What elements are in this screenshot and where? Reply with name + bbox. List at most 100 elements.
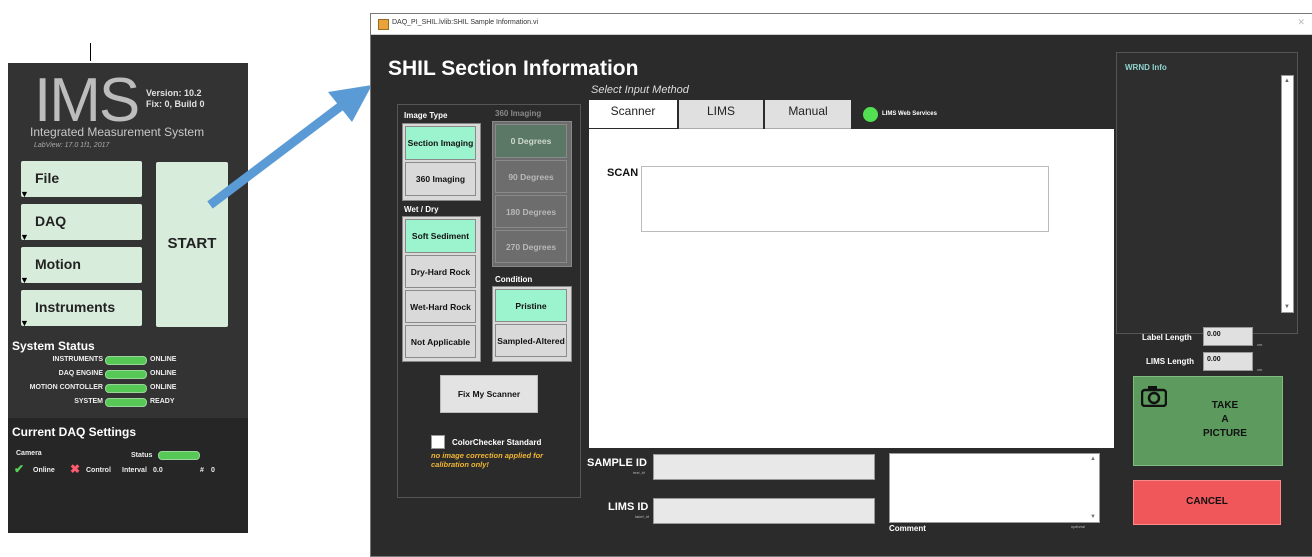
count-label: # [200,467,204,474]
dropdown-triangle-icon: ▼ [20,318,29,328]
lims-length-label: LIMS Length [1146,357,1194,366]
status-name: SYSTEM [74,398,103,405]
comment-field[interactable]: ▲ ▼ [889,453,1100,523]
wrnd-info-panel: WRND Info ▲ ▼ [1116,52,1298,334]
status-name: MOTION CONTOLLER [29,384,103,391]
labview-vi-icon [378,19,389,30]
cancel-button[interactable]: CANCEL [1133,480,1281,525]
label-length-field[interactable]: 0.00 [1203,327,1253,346]
scroll-down-icon[interactable]: ▼ [1284,304,1290,310]
count-value: 0 [211,467,215,474]
current-daq-settings: Current DAQ Settings Camera Status ✔ Onl… [8,418,248,533]
app-full-name: Integrated Measurement System [30,125,205,139]
not-applicable-option[interactable]: Not Applicable [405,325,476,358]
status-label: Status [131,452,153,459]
colorchecker-label: ColorChecker Standard [452,438,542,447]
status-value: ONLINE [150,370,177,377]
scanner-tab-pane: SCAN [589,129,1114,448]
shil-window: DAQ_PI_SHIL.lvlib:SHIL Sample Informatio… [370,13,1312,557]
soft-sediment-option[interactable]: Soft Sediment [405,219,476,253]
status-name: DAQ ENGINE [58,370,103,377]
window-title-text: DAQ_PI_SHIL.lvlib:SHIL Sample Informatio… [392,19,539,26]
status-name: INSTRUMENTS [52,356,103,363]
status-led [105,384,147,393]
lims-id-field[interactable] [653,498,875,524]
status-value: ONLINE [150,356,177,363]
imaging360-option[interactable]: 360 Imaging [405,162,476,196]
fix-my-scanner-button[interactable]: Fix My Scanner [440,375,538,413]
scroll-up-icon[interactable]: ▲ [1284,78,1290,84]
wet-dry-group: Soft Sediment Dry-Hard Rock Wet-Hard Roc… [402,216,481,362]
daq-menu-button[interactable]: DAQ ▼ [20,204,142,242]
cursor-line [90,43,91,61]
degrees-90-option[interactable]: 90 Degrees [495,160,567,193]
select-input-method-label: Select Input Method [591,84,689,96]
condition-label: Condition [495,275,533,284]
cross-icon: ✖ [70,462,81,476]
dropdown-triangle-icon: ▼ [20,189,29,199]
pointer-arrow [207,85,372,209]
section-imaging-option[interactable]: Section Imaging [405,126,476,160]
take-picture-button[interactable]: TAKE A PICTURE [1133,376,1283,466]
status-value: READY [150,398,175,405]
arrow-shaft [207,99,348,209]
daq-label: DAQ [35,213,67,229]
status-led [105,356,147,365]
version-info: Version: 10.2 Fix: 0, Build 0 [146,88,205,110]
wrnd-scrollbar[interactable]: ▲ ▼ [1281,75,1294,313]
motion-label: Motion [35,256,81,272]
image-type-label: Image Type [404,111,448,120]
system-status-title: System Status [12,339,95,353]
lims-web-services-label: LIMS Web Services [882,111,937,117]
file-menu-button[interactable]: File ▼ [20,161,142,199]
status-row: INSTRUMENTS ONLINE [8,355,248,366]
degrees-group: 0 Degrees 90 Degrees 180 Degrees 270 Deg… [492,121,572,267]
lims-id-label: LIMS ID [608,501,649,513]
camera-status-led [158,451,200,460]
colorchecker-checkbox[interactable] [431,435,445,449]
sampled-altered-option[interactable]: Sampled-Altered [495,324,567,357]
instruments-menu-button[interactable]: Instruments ▼ [20,290,142,328]
checkmark-icon: ✔ [14,462,25,476]
camera-icon [1141,386,1167,407]
sample-id-sublabel: text_id [633,470,645,475]
imaging360-label: 360 Imaging [495,109,542,118]
wet-hard-rock-option[interactable]: Wet-Hard Rock [405,290,476,323]
online-label: Online [33,467,55,474]
sample-id-field[interactable] [653,454,875,480]
status-row: DAQ ENGINE ONLINE [8,369,248,380]
tab-lims[interactable]: LIMS [679,100,763,129]
label-length-unit: cm [1257,342,1263,347]
daq-settings-title: Current DAQ Settings [12,425,137,439]
tab-scanner[interactable]: Scanner [589,100,677,128]
status-row: SYSTEM READY [8,397,248,408]
dry-hard-rock-option[interactable]: Dry-Hard Rock [405,255,476,288]
page-title: SHIL Section Information [388,57,639,80]
scroll-down-icon[interactable]: ▼ [1090,514,1096,520]
file-label: File [35,170,60,186]
sample-id-label: SAMPLE ID [587,457,647,469]
degrees-0-option[interactable]: 0 Degrees [495,124,567,158]
scan-label: SCAN [607,167,639,179]
tab-manual[interactable]: Manual [765,100,851,129]
scan-input[interactable] [641,166,1049,232]
dropdown-triangle-icon: ▼ [20,232,29,242]
calibration-warning: no image correction applied for calibrat… [431,451,544,469]
pristine-option[interactable]: Pristine [495,289,567,322]
instruments-label: Instruments [35,299,116,315]
lims-id-sublabel: label_id [635,514,649,519]
status-row: MOTION CONTOLLER ONLINE [8,383,248,394]
condition-group: Pristine Sampled-Altered [492,286,572,362]
lims-length-field[interactable]: 0.00 [1203,352,1253,371]
degrees-180-option[interactable]: 180 Degrees [495,195,567,228]
scroll-up-icon[interactable]: ▲ [1090,456,1096,462]
close-icon[interactable]: ✕ [1297,17,1305,28]
interval-value: 0.0 [153,467,163,474]
label-length-label: Label Length [1142,333,1192,342]
cancel-label: CANCEL [1186,496,1228,507]
take-picture-label: TAKE A PICTURE [1180,399,1270,441]
motion-menu-button[interactable]: Motion ▼ [20,247,142,285]
degrees-270-option[interactable]: 270 Degrees [495,230,567,263]
window-titlebar: DAQ_PI_SHIL.lvlib:SHIL Sample Informatio… [371,14,1312,35]
status-led [105,370,147,379]
